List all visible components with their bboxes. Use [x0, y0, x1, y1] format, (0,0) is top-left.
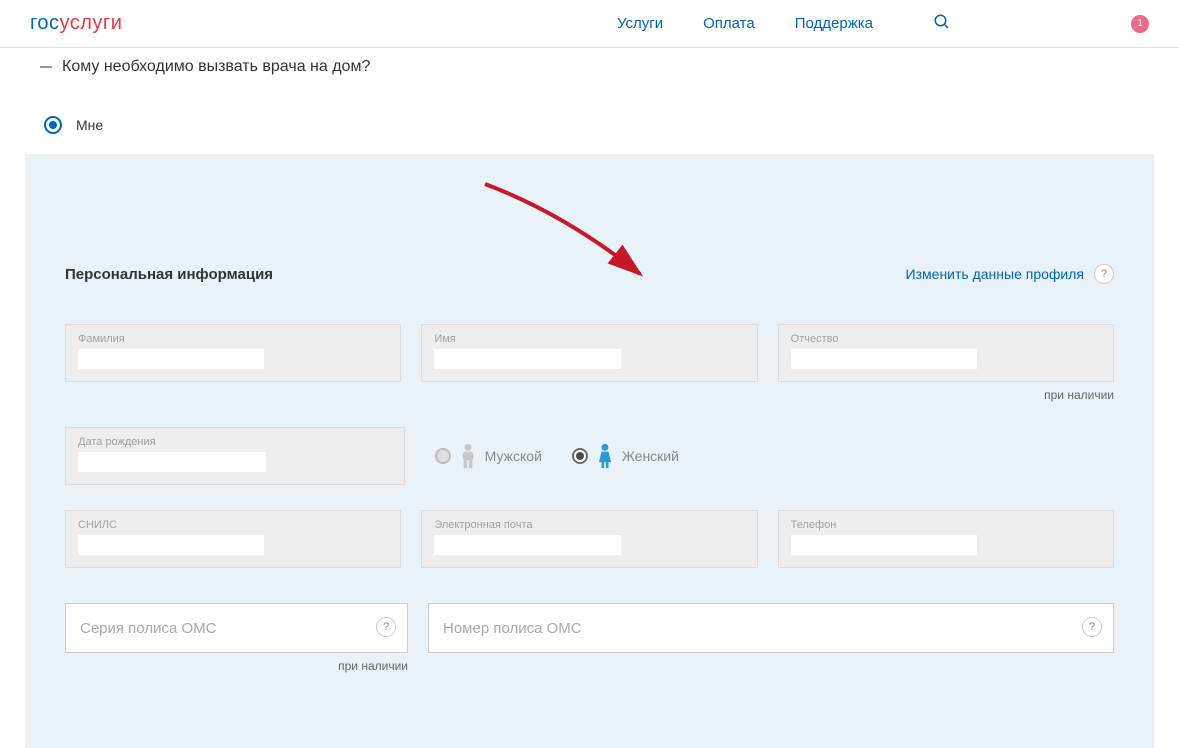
logo[interactable]: госуслуги	[30, 12, 122, 35]
notification-badge[interactable]: 1	[1131, 15, 1149, 33]
dob-field: Дата рождения	[65, 427, 405, 485]
lastname-value	[78, 349, 264, 369]
lastname-field: Фамилия	[65, 324, 401, 382]
phone-label: Телефон	[791, 519, 1101, 531]
gender-male[interactable]: Мужской	[435, 443, 542, 469]
nav-support[interactable]: Поддержка	[795, 15, 873, 32]
step-indicator-icon	[40, 66, 52, 68]
lastname-label: Фамилия	[78, 333, 388, 345]
snils-label: СНИЛС	[78, 519, 388, 531]
gender-female-label: Женский	[622, 448, 679, 464]
email-label: Электронная почта	[434, 519, 744, 531]
firstname-value	[434, 349, 620, 369]
page-title: Кому необходимо вызвать врача на дом?	[62, 58, 370, 76]
oms-series-input[interactable]	[65, 603, 408, 653]
oms-row: ? при наличии ?	[65, 603, 1114, 673]
search-icon[interactable]	[933, 13, 951, 34]
section-title: Персональная информация	[65, 266, 273, 283]
email-field: Электронная почта	[421, 510, 757, 568]
name-row: Фамилия Имя Отчество при наличии	[65, 324, 1114, 402]
email-value	[434, 535, 620, 555]
snils-field: СНИЛС	[65, 510, 401, 568]
form-panel: Персональная информация Изменить данные …	[25, 154, 1154, 748]
nav-payment[interactable]: Оплата	[703, 15, 755, 32]
female-person-icon	[596, 443, 614, 469]
dob-label: Дата рождения	[78, 436, 392, 448]
logo-part-2: услуги	[59, 12, 122, 34]
oms-series-hint: при наличии	[65, 659, 408, 673]
radio-icon	[44, 116, 62, 134]
firstname-field: Имя	[421, 324, 757, 382]
radio-icon	[572, 448, 588, 464]
patronymic-label: Отчество	[791, 333, 1101, 345]
help-icon[interactable]: ?	[376, 617, 396, 637]
help-icon[interactable]: ?	[1094, 264, 1114, 284]
gender-female[interactable]: Женский	[572, 443, 679, 469]
male-person-icon	[459, 443, 477, 469]
logo-part-1: гос	[30, 12, 59, 34]
patronymic-field: Отчество	[778, 324, 1114, 382]
phone-field: Телефон	[778, 510, 1114, 568]
page-title-row: Кому необходимо вызвать врача на дом?	[0, 48, 1179, 76]
gender-group: Мужской Женский	[425, 427, 1114, 485]
dob-value	[78, 452, 266, 472]
dob-gender-row: Дата рождения Мужской Женский	[65, 427, 1114, 485]
oms-number-input[interactable]	[428, 603, 1114, 653]
nav-services[interactable]: Услуги	[617, 15, 663, 32]
main-nav: Услуги Оплата Поддержка	[617, 15, 873, 32]
radio-label-me: Мне	[76, 117, 103, 133]
header: госуслуги Услуги Оплата Поддержка 1	[0, 0, 1179, 48]
recipient-radio[interactable]: Мне	[0, 76, 1179, 154]
contacts-row: СНИЛС Электронная почта Телефон	[65, 510, 1114, 568]
patronymic-hint: при наличии	[778, 388, 1114, 402]
section-header: Персональная информация Изменить данные …	[65, 264, 1114, 284]
phone-value	[791, 535, 977, 555]
gender-male-label: Мужской	[485, 448, 542, 464]
edit-profile-wrap: Изменить данные профиля ?	[906, 264, 1114, 284]
firstname-label: Имя	[434, 333, 744, 345]
help-icon[interactable]: ?	[1082, 617, 1102, 637]
radio-icon	[435, 448, 451, 464]
edit-profile-link[interactable]: Изменить данные профиля	[906, 266, 1084, 282]
patronymic-value	[791, 349, 977, 369]
snils-value	[78, 535, 264, 555]
